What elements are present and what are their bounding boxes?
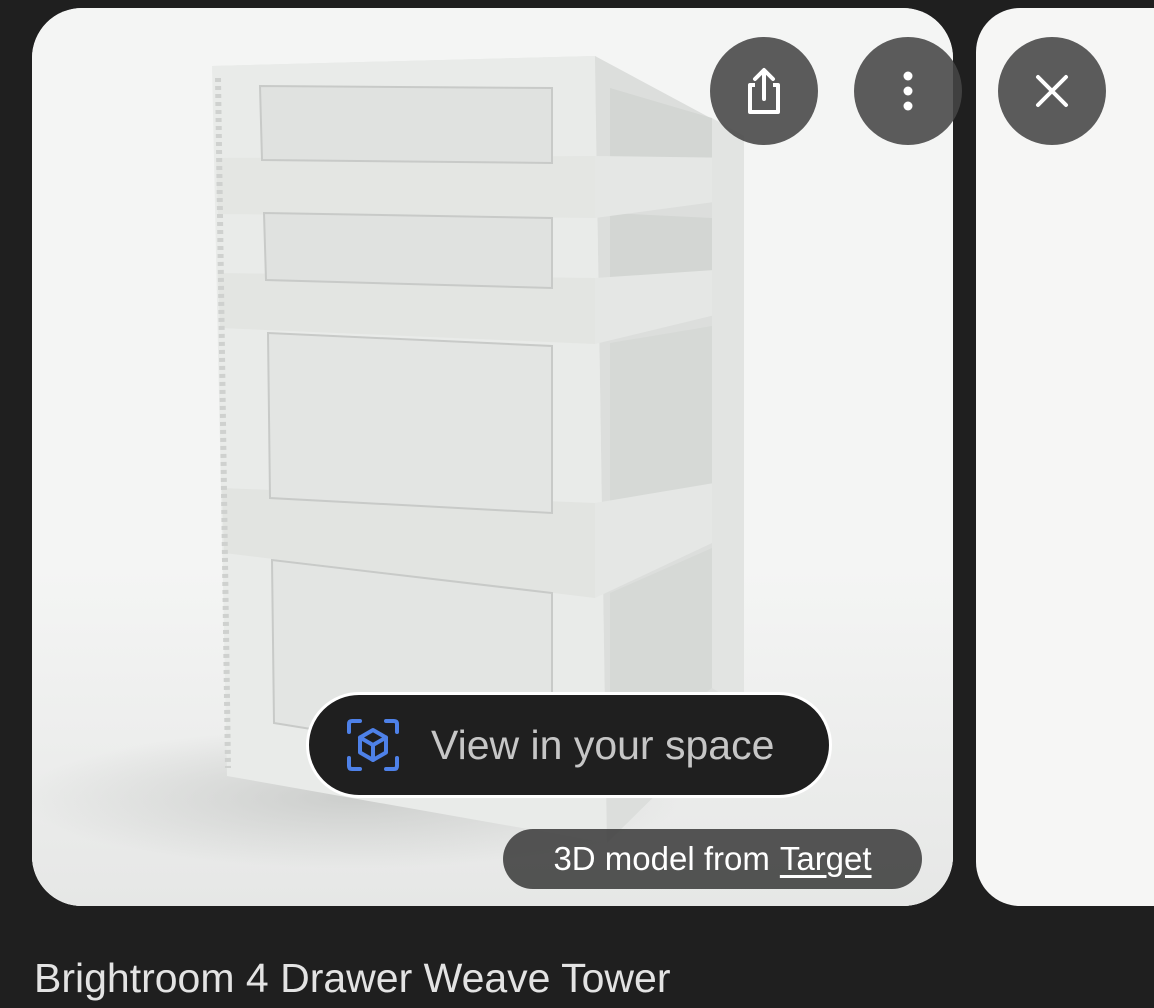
3d-viewer-screen: View in your space 3D model from Target … [0, 0, 1154, 1008]
share-button[interactable] [710, 37, 818, 145]
more-options-button[interactable] [854, 37, 962, 145]
model-source-chip: 3D model from Target [503, 829, 922, 889]
view-in-ar-icon [345, 717, 401, 773]
view-in-your-space-button[interactable]: View in your space [306, 692, 832, 798]
close-button[interactable] [998, 37, 1106, 145]
product-title: Brightroom 4 Drawer Weave Tower [34, 955, 671, 1001]
source-prefix: 3D model from [553, 840, 770, 877]
share-icon [748, 68, 780, 114]
more-vert-icon [903, 71, 913, 111]
view-in-your-space-label: View in your space [431, 721, 775, 768]
close-icon [1036, 75, 1068, 107]
source-link[interactable]: Target [780, 840, 872, 878]
